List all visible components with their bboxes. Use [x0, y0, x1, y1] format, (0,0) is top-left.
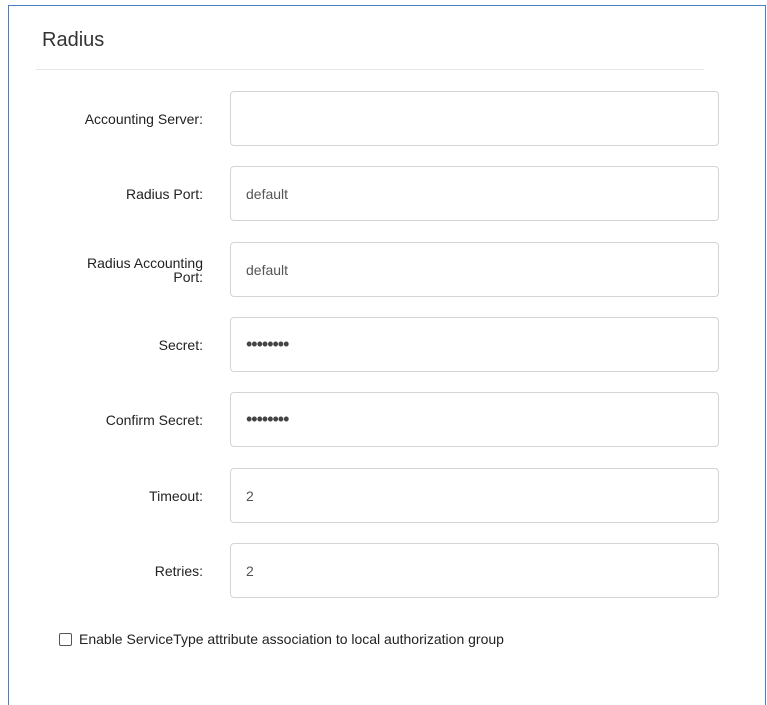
- accounting-server-row: Accounting Server:: [0, 91, 767, 146]
- secret-row: Secret:: [0, 317, 767, 372]
- confirm-secret-input[interactable]: [230, 392, 719, 447]
- retries-row: Retries:: [0, 543, 767, 598]
- radius-port-row: Radius Port:: [0, 166, 767, 221]
- accounting-server-input[interactable]: [230, 91, 719, 146]
- accounting-server-label: Accounting Server:: [84, 110, 203, 127]
- radius-port-label: Radius Port:: [125, 185, 203, 202]
- radius-port-input[interactable]: [230, 166, 719, 221]
- radius-accounting-port-row: Radius Accounting Port:: [0, 242, 767, 297]
- radius-accounting-port-label-line2: Port:: [173, 268, 203, 285]
- title-divider: [36, 69, 704, 70]
- secret-label: Secret:: [158, 336, 203, 353]
- timeout-input[interactable]: [230, 468, 719, 523]
- secret-input[interactable]: [230, 317, 719, 372]
- radius-accounting-port-label-line1: Radius Accounting: [87, 254, 203, 271]
- radius-accounting-port-label: Radius Accounting Port:: [53, 242, 203, 297]
- service-type-label[interactable]: Enable ServiceType attribute association…: [79, 631, 504, 647]
- confirm-secret-label: Confirm Secret:: [105, 411, 203, 428]
- radius-accounting-port-input[interactable]: [230, 242, 719, 297]
- confirm-secret-row: Confirm Secret:: [0, 392, 767, 447]
- retries-label: Retries:: [154, 562, 203, 579]
- timeout-label: Timeout:: [149, 487, 203, 504]
- service-type-checkbox[interactable]: [59, 632, 72, 646]
- timeout-row: Timeout:: [0, 468, 767, 523]
- section-title: Radius: [42, 29, 105, 51]
- service-type-option: Enable ServiceType attribute association…: [59, 631, 504, 647]
- retries-input[interactable]: [230, 543, 719, 598]
